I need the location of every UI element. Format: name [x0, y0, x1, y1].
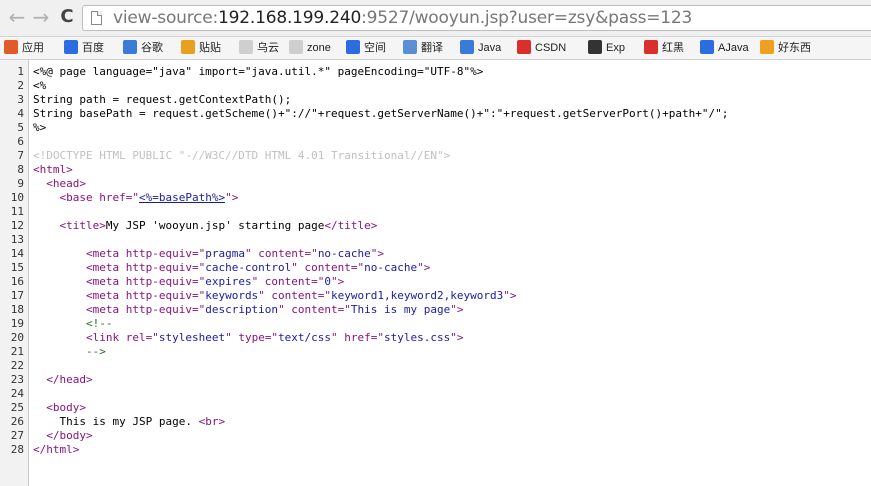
- code-line-1: <%@ page language="java" import="java.ut…: [33, 65, 484, 78]
- code-line-19: <!--: [85, 317, 113, 330]
- bookmark-label: 翻译: [421, 42, 443, 54]
- bookmark-item[interactable]: zone: [289, 40, 331, 56]
- code-line-2: <%: [33, 79, 47, 92]
- exp-icon: [588, 40, 602, 54]
- browser-toolbar: ← → C view-source:192.168.199.240:9527/w…: [0, 0, 871, 37]
- code-line-25: <body>: [46, 401, 86, 414]
- forward-button[interactable]: →: [30, 6, 52, 28]
- bookmark-item[interactable]: 谷歌: [123, 40, 163, 56]
- code-line-20: <link rel="stylesheet" type="text/css" h…: [85, 331, 464, 344]
- code-line-9: <head>: [46, 177, 86, 190]
- bookmark-item[interactable]: CSDN: [517, 40, 566, 56]
- bookmark-item[interactable]: 贴贴: [181, 40, 221, 56]
- url-prefix: view-source:: [113, 8, 219, 28]
- reload-button[interactable]: C: [56, 6, 78, 28]
- code-line-23: </head>: [46, 373, 93, 386]
- bookmark-label: CSDN: [535, 42, 567, 54]
- bookmark-label: 应用: [22, 42, 44, 54]
- bookmark-label: Java: [478, 42, 502, 54]
- bookmark-item[interactable]: 翻译: [403, 40, 443, 56]
- bookmark-label: 红黑: [662, 42, 684, 54]
- qzone-icon: [346, 40, 360, 54]
- code-line-21: -->: [85, 345, 106, 358]
- code-line-27: </body>: [46, 429, 93, 442]
- code-line-16: <meta http-equiv="expires" content="0">: [85, 275, 345, 288]
- source-view: <%@ page language="java" import="java.ut…: [0, 60, 871, 486]
- baidu-icon: [64, 40, 78, 54]
- code-line-3: String path = request.getContextPath();: [33, 93, 292, 106]
- basepath-link[interactable]: <%=basePath%>: [139, 191, 225, 204]
- bookmark-label: Exp: [606, 42, 625, 54]
- bookmark-label: 好东西: [778, 42, 811, 54]
- code-line-8: <html>: [33, 163, 73, 176]
- url-host: 192.168.199.240: [218, 8, 362, 28]
- bookmark-label: zone: [307, 42, 331, 54]
- bookmark-item[interactable]: Java: [460, 40, 501, 56]
- bookmarks-bar: 应用 百度 谷歌 贴贴 乌云 zone 空间 翻译 Java CSDN Exp 红黑 AJava 好东西: [0, 37, 871, 60]
- code-line-14: <meta http-equiv="pragma" content="no-ca…: [85, 247, 385, 260]
- bookmark-label: 乌云: [257, 42, 279, 54]
- tieba-icon: [181, 40, 195, 54]
- bookmark-item[interactable]: AJava: [700, 40, 749, 56]
- forward-arrow-icon: →: [32, 5, 50, 29]
- bookmark-item[interactable]: 空间: [346, 40, 386, 56]
- bookmark-label: 空间: [364, 42, 386, 54]
- url-path: :9527/wooyun.jsp?user=zsy&pass=123: [361, 8, 693, 28]
- bookmark-item[interactable]: Exp: [588, 40, 625, 56]
- bookmark-label: 谷歌: [141, 42, 163, 54]
- back-arrow-icon: ←: [8, 5, 26, 29]
- address-url[interactable]: view-source:192.168.199.240:9527/wooyun.…: [113, 8, 692, 28]
- folder-page-icon: [289, 40, 303, 54]
- address-bar[interactable]: view-source:192.168.199.240:9527/wooyun.…: [82, 5, 871, 31]
- code-line-26: This is my JSP page. <br>: [59, 415, 226, 428]
- code-line-12: <title>My JSP 'wooyun.jsp' starting page…: [59, 219, 378, 232]
- folder-page-icon: [239, 40, 253, 54]
- bookmark-item[interactable]: 应用: [4, 40, 44, 56]
- code-line-17: <meta http-equiv="keywords" content="key…: [85, 289, 517, 302]
- ajava-icon: [700, 40, 714, 54]
- page-icon: [91, 11, 102, 25]
- bookmark-label: 贴贴: [199, 42, 221, 54]
- code-line-10: <base href="<%=basePath%>">: [59, 191, 239, 204]
- good-stuff-icon: [760, 40, 774, 54]
- reload-icon: C: [60, 6, 74, 27]
- redblack-icon: [644, 40, 658, 54]
- bookmark-item[interactable]: 百度: [64, 40, 104, 56]
- back-button[interactable]: ←: [6, 6, 28, 28]
- code-line-5: %>: [33, 121, 47, 134]
- bookmark-label: 百度: [82, 42, 104, 54]
- translate-icon: [403, 40, 417, 54]
- bookmark-label: AJava: [718, 42, 749, 54]
- apps-grid-icon: [4, 40, 18, 54]
- code-line-28: </html>: [33, 443, 80, 456]
- csdn-icon: [517, 40, 531, 54]
- code-line-18: <meta http-equiv="description" content="…: [85, 303, 464, 316]
- code-line-4: String basePath = request.getScheme()+":…: [33, 107, 729, 120]
- bookmark-item[interactable]: 红黑: [644, 40, 684, 56]
- bookmark-item[interactable]: 好东西: [760, 40, 811, 56]
- bookmark-item[interactable]: 乌云: [239, 40, 279, 56]
- google-icon: [123, 40, 137, 54]
- code-line-15: <meta http-equiv="cache-control" content…: [85, 261, 431, 274]
- code-line-7: <!DOCTYPE HTML PUBLIC "-//W3C//DTD HTML …: [33, 149, 451, 162]
- java-g-icon: [460, 40, 474, 54]
